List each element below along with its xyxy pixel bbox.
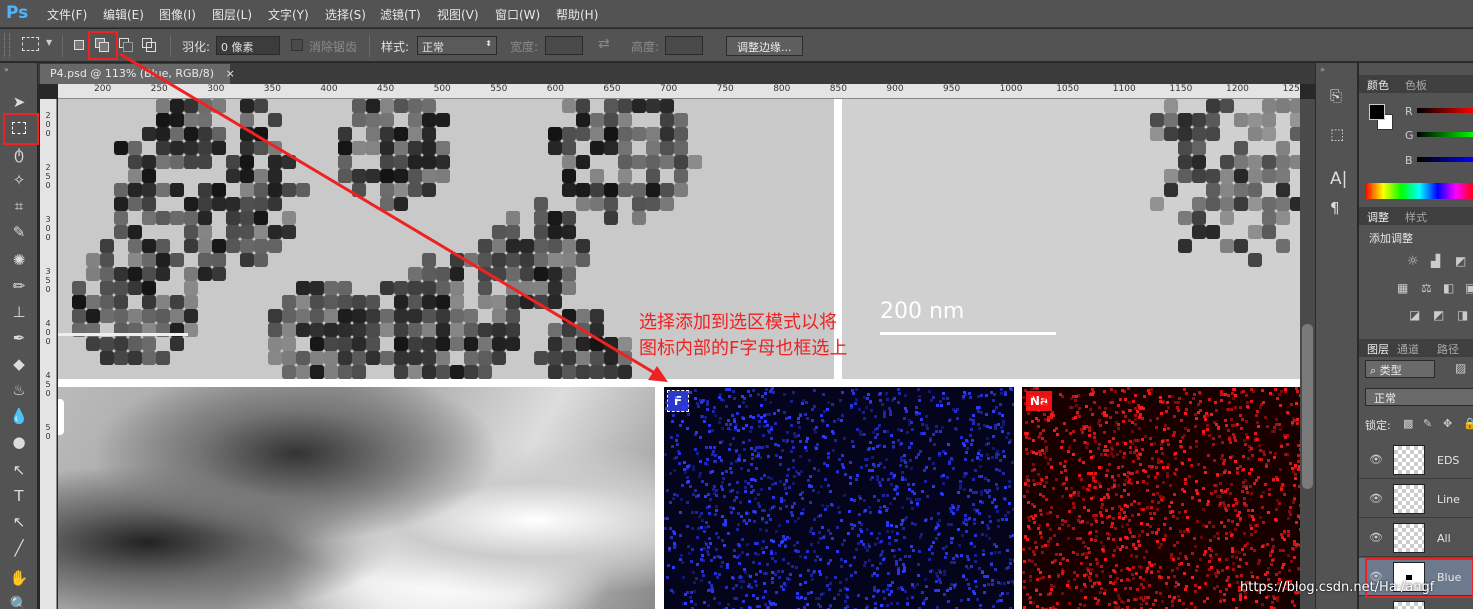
panel-dock-strip: » ⎘ ⬚ A| ¶ [1315, 63, 1357, 609]
layer-filter-select[interactable]: ⌕ 类型 [1365, 360, 1435, 378]
collapse-icon[interactable]: » [1320, 65, 1325, 74]
visibility-eye-icon[interactable]: 👁 [1369, 453, 1383, 466]
paragraph-icon[interactable]: ¶ [1330, 199, 1340, 217]
layer-name: All [1437, 532, 1451, 545]
red-slider[interactable] [1417, 108, 1473, 113]
channel-r-label: R [1405, 105, 1413, 118]
photoshop-window: Ps 文件(F) 编辑(E) 图像(I) 图层(L) 文字(Y) 选择(S) 滤… [0, 0, 1473, 609]
layer-thumbnail [1393, 445, 1425, 475]
lock-label: 锁定: [1365, 419, 1391, 432]
tab-layers[interactable]: 图层 [1367, 341, 1389, 357]
layer-thumbnail [1393, 523, 1425, 553]
threshold-icon[interactable]: ◨ [1457, 308, 1468, 322]
visibility-eye-icon[interactable]: 👁 [1369, 531, 1383, 544]
tab-adjustments[interactable]: 调整 [1367, 209, 1389, 225]
tab-styles[interactable]: 样式 [1405, 209, 1427, 225]
layer-name: Blue [1437, 571, 1462, 584]
channel-b-label: B [1405, 154, 1413, 167]
layer-row[interactable] [1359, 597, 1473, 609]
adjust-title: 添加调整 [1369, 232, 1413, 245]
foreground-color-front [1369, 104, 1385, 120]
right-panels: 颜色 色板 R G B 调整 样式 添加调整 ☼ ▟ ◩ ▦ ⚖ ◧ ▣ ◪ ◩… [1358, 63, 1473, 609]
layer-thumbnail [1393, 484, 1425, 514]
invert-icon[interactable]: ◪ [1409, 308, 1420, 322]
3d-icon[interactable]: ⬚ [1330, 125, 1344, 143]
lock-pixels-icon[interactable]: ✎ [1423, 417, 1432, 430]
posterize-icon[interactable]: ◩ [1433, 308, 1444, 322]
tab-color[interactable]: 颜色 [1367, 77, 1389, 93]
tab-paths[interactable]: 路径 [1437, 341, 1459, 357]
history-icon[interactable]: ⎘ [1330, 87, 1342, 105]
layer-filter-label: 类型 [1379, 364, 1402, 377]
tab-swatches[interactable]: 色板 [1405, 77, 1427, 93]
layer-thumbnail [1393, 601, 1425, 609]
layers-panel-tabs: 图层 通道 路径 [1359, 339, 1473, 357]
color-panel-tabs: 颜色 色板 [1359, 75, 1473, 93]
visibility-eye-icon[interactable]: 👁 [1369, 492, 1383, 505]
layer-row[interactable]: 👁 EDS [1359, 441, 1473, 479]
blend-mode-select[interactable]: 正常 [1365, 388, 1473, 406]
curves-icon[interactable]: ◩ [1455, 254, 1466, 268]
color-ramp[interactable] [1365, 183, 1473, 199]
lock-position-icon[interactable]: ✥ [1443, 417, 1452, 430]
tab-channels[interactable]: 通道 [1397, 341, 1419, 357]
blue-slider[interactable] [1417, 157, 1473, 162]
levels-icon[interactable]: ▟ [1431, 254, 1440, 268]
hsl-icon[interactable]: ▦ [1397, 281, 1408, 295]
watermark: https://blog.csdn.net/Ha·/angf [1240, 580, 1435, 595]
photo-filter-icon[interactable]: ▣ [1465, 281, 1473, 295]
annotation-arrow [119, 52, 668, 382]
character-icon[interactable]: A| [1330, 169, 1347, 189]
layer-name: Line [1437, 493, 1460, 506]
image-filter-icon[interactable]: ▨ [1455, 361, 1466, 375]
layer-row[interactable]: 👁 All [1359, 519, 1473, 557]
green-slider[interactable] [1417, 132, 1473, 137]
bw-icon[interactable]: ◧ [1443, 281, 1454, 295]
lock-all-icon[interactable]: 🔒 [1463, 417, 1473, 430]
layer-name: EDS [1437, 454, 1460, 467]
search-icon: ⌕ [1370, 364, 1380, 377]
channel-g-label: G [1405, 129, 1414, 142]
adjust-panel-tabs: 调整 样式 [1359, 207, 1473, 225]
balance-icon[interactable]: ⚖ [1421, 281, 1432, 295]
lock-transparency-icon[interactable]: ▩ [1403, 417, 1413, 430]
layer-row[interactable]: 👁 Line [1359, 480, 1473, 518]
brightness-icon[interactable]: ☼ [1407, 254, 1419, 269]
